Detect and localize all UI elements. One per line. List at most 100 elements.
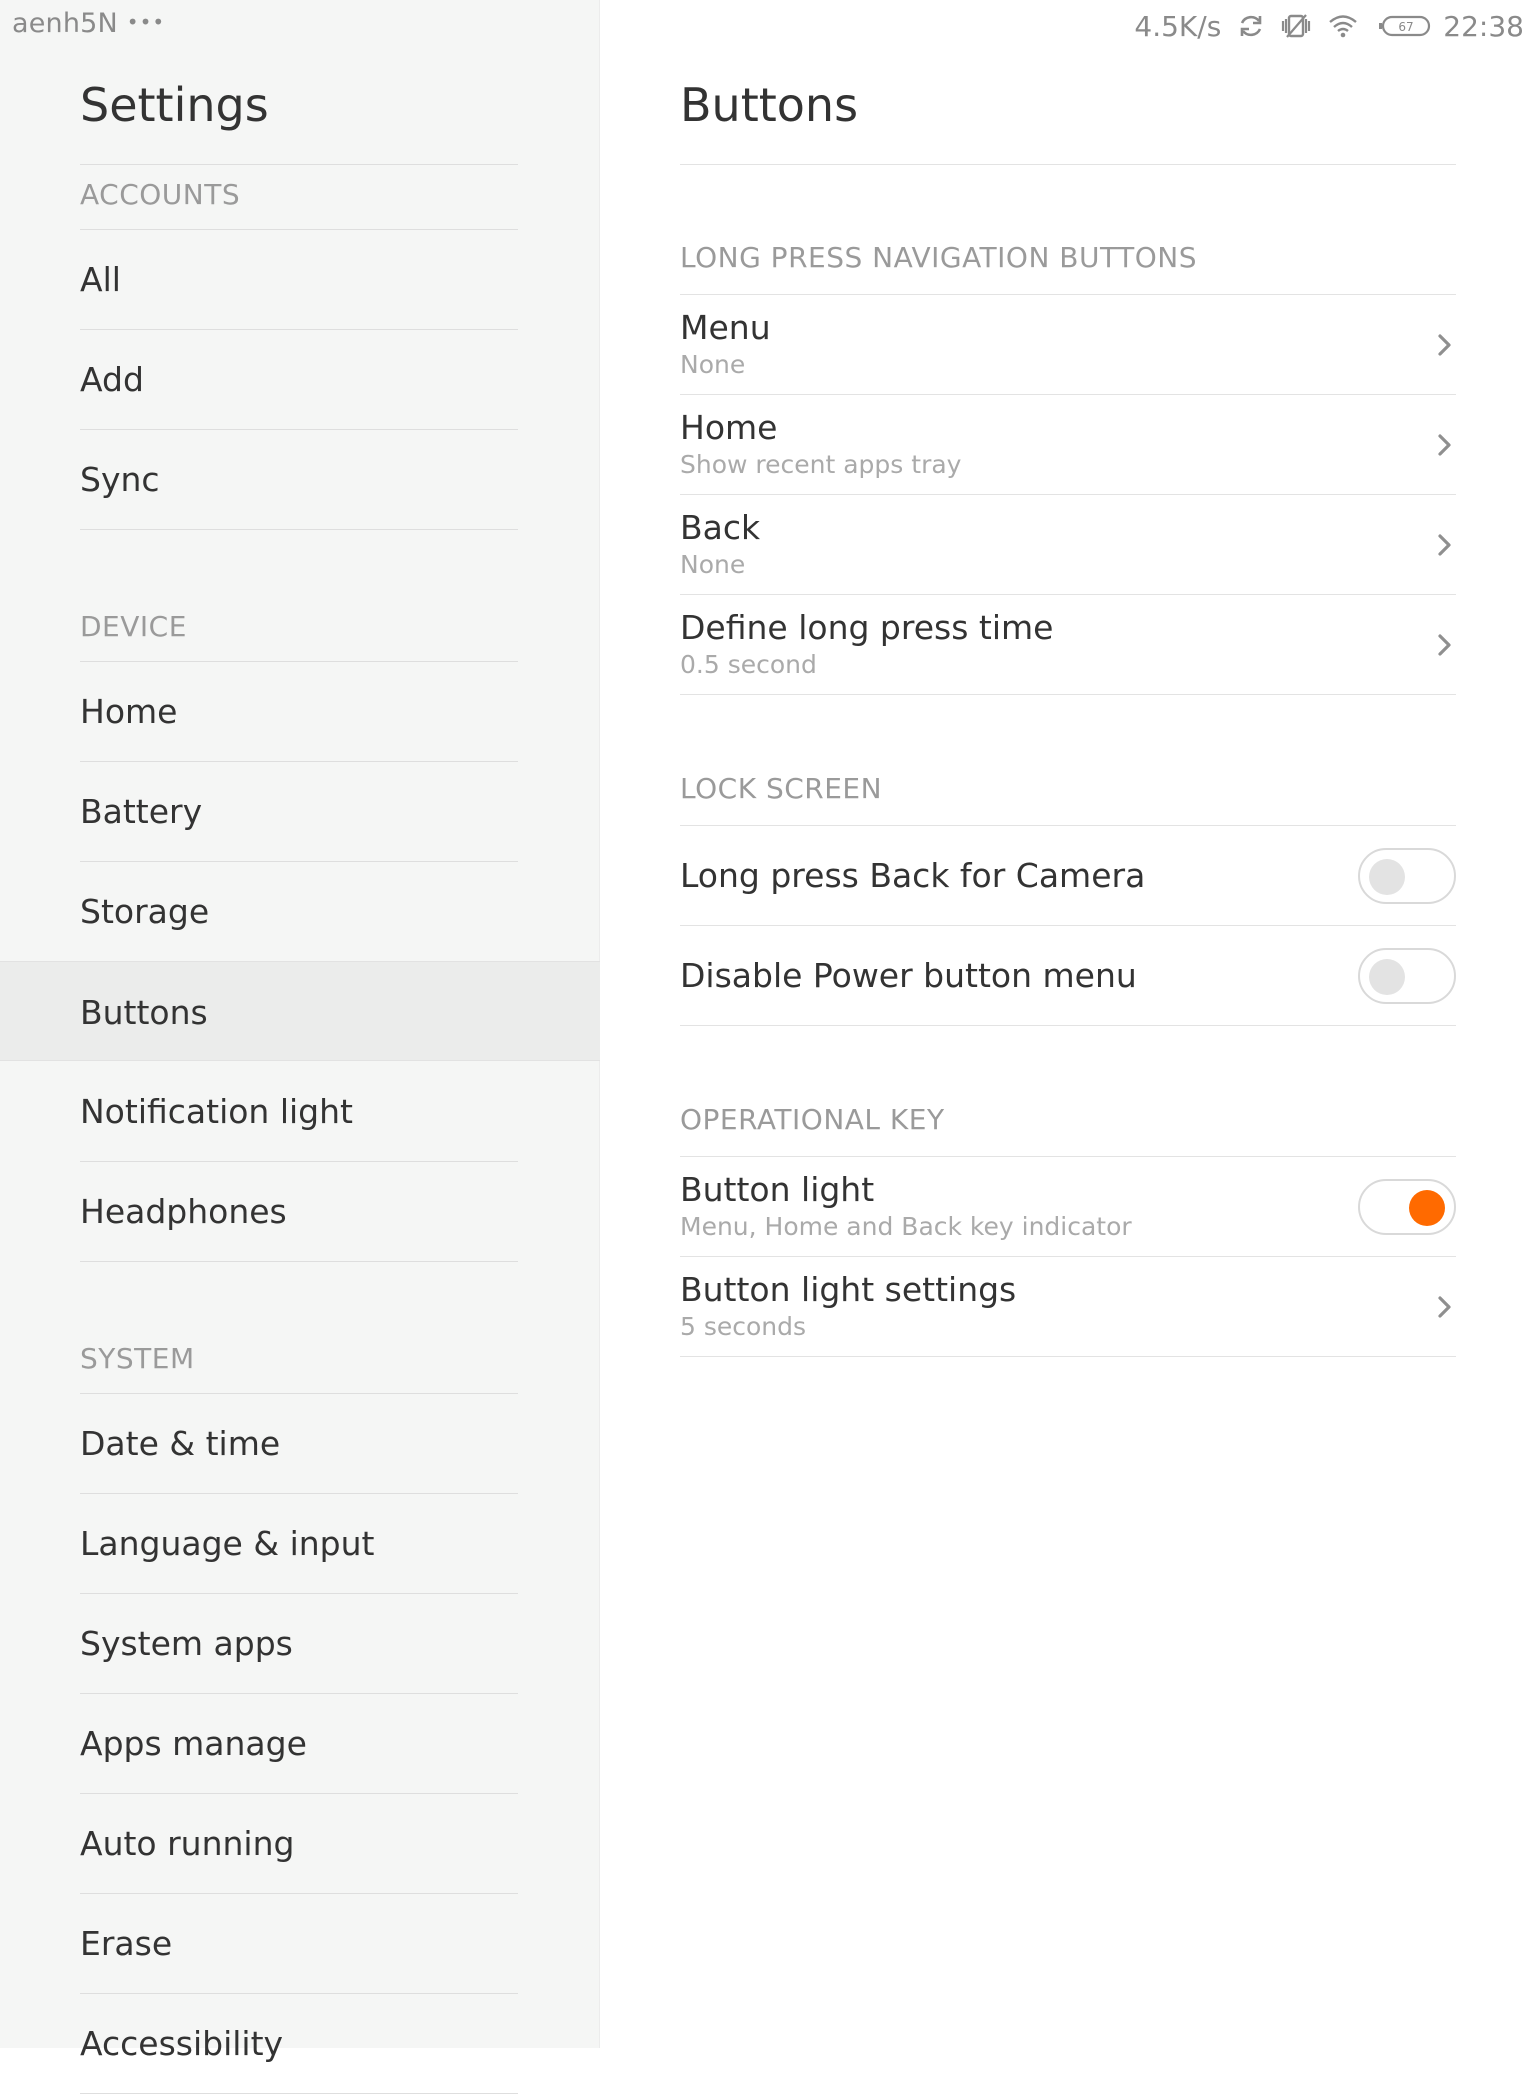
sidebar-item-row: Headphones xyxy=(80,1161,518,1261)
sidebar-item-row: Apps manage xyxy=(80,1693,518,1793)
group-header-long-press-navigation-buttons: LONG PRESS NAVIGATION BUTTONS xyxy=(680,164,1456,295)
sidebar-section-system: SYSTEM xyxy=(80,1298,518,1393)
group-header-operational-key: OPERATIONAL KEY xyxy=(680,1026,1456,1157)
more-dots: ••• xyxy=(126,10,166,34)
setting-row-button-light-settings[interactable]: Button light settings 5 seconds xyxy=(680,1257,1456,1357)
sidebar-item-language-and-input[interactable]: Language & input xyxy=(0,1493,600,1593)
setting-row-button-light[interactable]: Button light Menu, Home and Back key indi… xyxy=(680,1157,1456,1257)
status-bar-right: 4.5K/s 67 22:38 xyxy=(1134,8,1524,44)
setting-row-define-long-press-time[interactable]: Define long press time 0.5 second xyxy=(680,595,1456,695)
sidebar-item-label: Erase xyxy=(80,1924,173,1963)
sidebar-item-label: Language & input xyxy=(80,1524,375,1563)
sidebar-item-label: Buttons xyxy=(80,992,208,1032)
chevron-right-icon xyxy=(1434,329,1456,361)
toggle-knob xyxy=(1409,1189,1445,1226)
network-speed: 4.5K/s xyxy=(1134,9,1222,43)
toggle-switch[interactable] xyxy=(1358,1178,1456,1235)
sidebar-item-label: Notification light xyxy=(80,1091,353,1131)
sidebar-item-auto-running[interactable]: Auto running xyxy=(0,1793,600,1893)
setting-text-block: Back None xyxy=(680,508,760,581)
setting-title: Button light xyxy=(680,1170,875,1209)
sidebar-section-label: ACCOUNTS xyxy=(80,178,241,211)
sidebar-item-label: Add xyxy=(80,360,144,399)
sidebar-item-label: Auto running xyxy=(80,1824,295,1863)
page-title: Buttons xyxy=(680,78,859,132)
setting-row-menu[interactable]: Menu None xyxy=(680,295,1456,395)
sidebar-divider xyxy=(80,529,518,530)
sidebar-item-apps-manage[interactable]: Apps manage xyxy=(0,1693,600,1793)
sidebar-item-label: Accessibility xyxy=(80,2024,284,2063)
sidebar-item-label: All xyxy=(80,260,121,299)
sidebar-section-accounts: ACCOUNTS xyxy=(80,164,518,229)
setting-row-home[interactable]: Home Show recent apps tray xyxy=(680,395,1456,495)
toggle-knob xyxy=(1369,958,1405,995)
setting-text-block: Home Show recent apps tray xyxy=(680,408,961,481)
settings-groups: LONG PRESS NAVIGATION BUTTONS Menu None Hom… xyxy=(680,164,1456,1357)
group-header-label: LONG PRESS NAVIGATION BUTTONS xyxy=(680,241,1197,274)
sidebar-item-sync[interactable]: Sync xyxy=(0,429,600,529)
setting-text-block: Long press Back for Camera xyxy=(680,856,1145,896)
carrier-label: aenh5N xyxy=(12,8,118,39)
sidebar-item-label: System apps xyxy=(80,1624,293,1663)
sidebar-item-accessibility[interactable]: Accessibility xyxy=(0,1993,600,2093)
setting-title: Disable Power button menu xyxy=(680,955,1137,995)
sidebar-item-label: Storage xyxy=(80,892,210,931)
sidebar-item-row: Auto running xyxy=(80,1793,518,1893)
sidebar-item-headphones[interactable]: Headphones xyxy=(0,1161,600,1261)
setting-row-long-press-back-for-camera[interactable]: Long press Back for Camera xyxy=(680,826,1456,926)
sidebar-item-row: Accessibility xyxy=(80,1993,518,2093)
setting-title: Long press Back for Camera xyxy=(680,855,1146,895)
sidebar-item-notification-light[interactable]: Notification light xyxy=(0,1061,600,1161)
vibrate-icon xyxy=(1279,12,1313,40)
sidebar-item-label: Battery xyxy=(80,792,203,831)
setting-summary: Menu, Home and Back key indicator xyxy=(680,1212,1132,1241)
sidebar-item-battery[interactable]: Battery xyxy=(0,761,600,861)
settings-sidebar: Settings ACCOUNTS All Add Sync DEVICE Home Bat… xyxy=(0,0,600,2094)
chevron-right-icon xyxy=(1434,629,1456,661)
setting-text-block: Button light settings 5 seconds xyxy=(680,1270,1016,1343)
wifi-icon xyxy=(1327,13,1359,39)
setting-summary: None xyxy=(680,350,746,379)
toggle-switch[interactable] xyxy=(1358,947,1456,1004)
sidebar-item-add[interactable]: Add xyxy=(0,329,600,429)
group-header-label: OPERATIONAL KEY xyxy=(680,1103,945,1136)
sidebar-section-device: DEVICE xyxy=(80,566,518,661)
setting-title: Home xyxy=(680,408,778,447)
sidebar-item-system-apps[interactable]: System apps xyxy=(0,1593,600,1693)
setting-summary: 0.5 second xyxy=(680,650,817,679)
sidebar-item-label: Home xyxy=(80,692,178,731)
sidebar-title: Settings xyxy=(80,78,269,132)
sidebar-item-row: Erase xyxy=(80,1893,518,1993)
sidebar-item-row: Storage xyxy=(80,861,518,961)
setting-title: Define long press time xyxy=(680,608,1054,647)
setting-row-back[interactable]: Back None xyxy=(680,495,1456,595)
chevron-right-icon xyxy=(1434,429,1456,461)
setting-text-block: Define long press time 0.5 second xyxy=(680,608,1053,681)
sidebar-item-row: Notification light xyxy=(80,1061,518,1161)
chevron-right-icon xyxy=(1434,529,1456,561)
clock: 22:38 xyxy=(1443,9,1524,43)
sidebar-divider xyxy=(80,1261,518,1262)
setting-row-disable-power-button-menu[interactable]: Disable Power button menu xyxy=(680,926,1456,1026)
sidebar-section-label: DEVICE xyxy=(80,610,187,643)
setting-summary: None xyxy=(680,550,746,579)
setting-text-block: Disable Power button menu xyxy=(680,956,1137,996)
setting-summary: 5 seconds xyxy=(680,1312,807,1341)
sidebar-item-storage[interactable]: Storage xyxy=(0,861,600,961)
setting-text-block: Button light Menu, Home and Back key indi… xyxy=(680,1170,1132,1243)
sidebar-item-buttons[interactable]: Buttons xyxy=(0,961,600,1061)
sidebar-item-label: Apps manage xyxy=(80,1724,307,1763)
sidebar-item-row: Date & time xyxy=(80,1393,518,1493)
sidebar-section-label: SYSTEM xyxy=(80,1342,195,1375)
sidebar-item-row: Battery xyxy=(80,761,518,861)
toggle-switch[interactable] xyxy=(1358,847,1456,904)
sidebar-item-row: Home xyxy=(80,661,518,761)
setting-title: Menu xyxy=(680,308,771,347)
sidebar-item-date-and-time[interactable]: Date & time xyxy=(0,1393,600,1493)
sidebar-item-all[interactable]: All xyxy=(0,229,600,329)
sidebar-list: ACCOUNTS All Add Sync DEVICE Home Battery Stora… xyxy=(0,164,600,2094)
group-header-lock-screen: LOCK SCREEN xyxy=(680,695,1456,826)
sidebar-item-erase[interactable]: Erase xyxy=(0,1893,600,1993)
sidebar-item-home[interactable]: Home xyxy=(0,661,600,761)
sidebar-item-row: Add xyxy=(80,329,518,429)
